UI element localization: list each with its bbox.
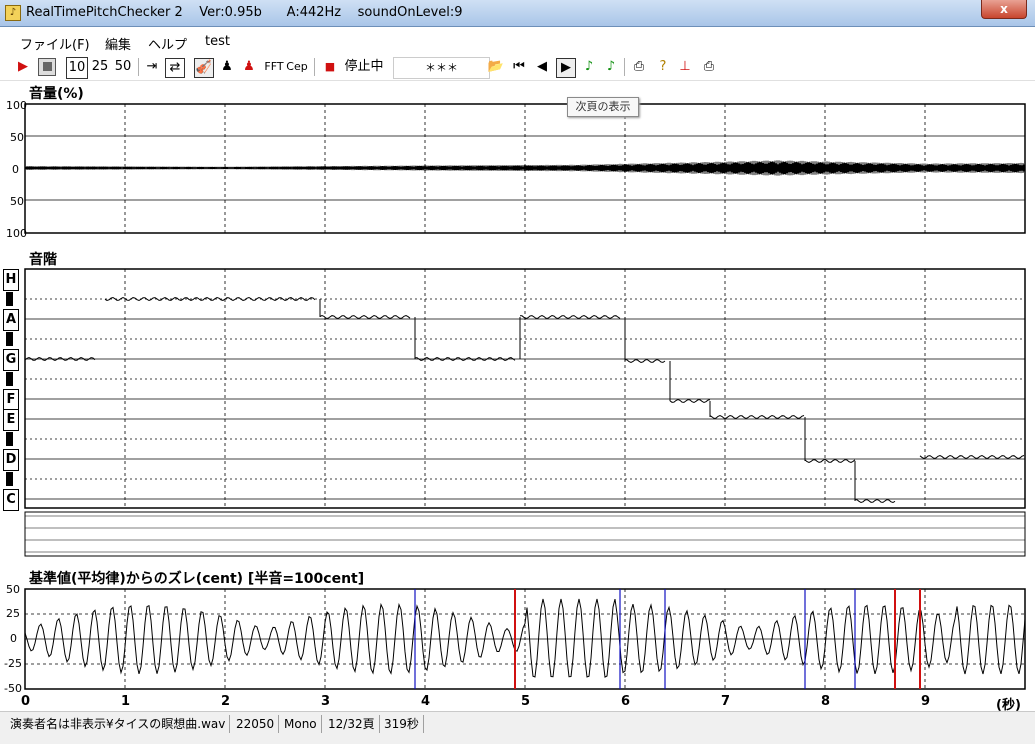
status-seconds: 319秒 <box>380 715 424 733</box>
pitch-segment <box>104 296 316 302</box>
status-channels: Mono <box>280 715 322 733</box>
status-bar: 演奏者名は非表示¥タイスの瞑想曲.wav 22050 Mono 12/32頁 3… <box>0 711 1035 744</box>
status-rate: 22050 <box>232 715 280 733</box>
scale-plot-frame <box>24 268 1026 509</box>
pitch-segment <box>709 414 805 420</box>
volume-waveform <box>24 160 1026 176</box>
charts-svg <box>24 103 1026 690</box>
status-file: 演奏者名は非表示¥タイスの瞑想曲.wav <box>6 715 231 733</box>
pitch-segment <box>624 358 666 364</box>
pitch-segment <box>520 314 621 320</box>
pitch-segment <box>854 498 896 504</box>
pitch-segment <box>804 458 856 464</box>
pitch-segment <box>919 454 1025 460</box>
pitch-segment <box>669 398 711 404</box>
pitch-segment <box>319 314 411 320</box>
status-page: 12/32頁 <box>324 715 380 733</box>
next-page-tooltip: 次頁の表示 <box>567 97 639 117</box>
strip-frame <box>24 511 1026 557</box>
